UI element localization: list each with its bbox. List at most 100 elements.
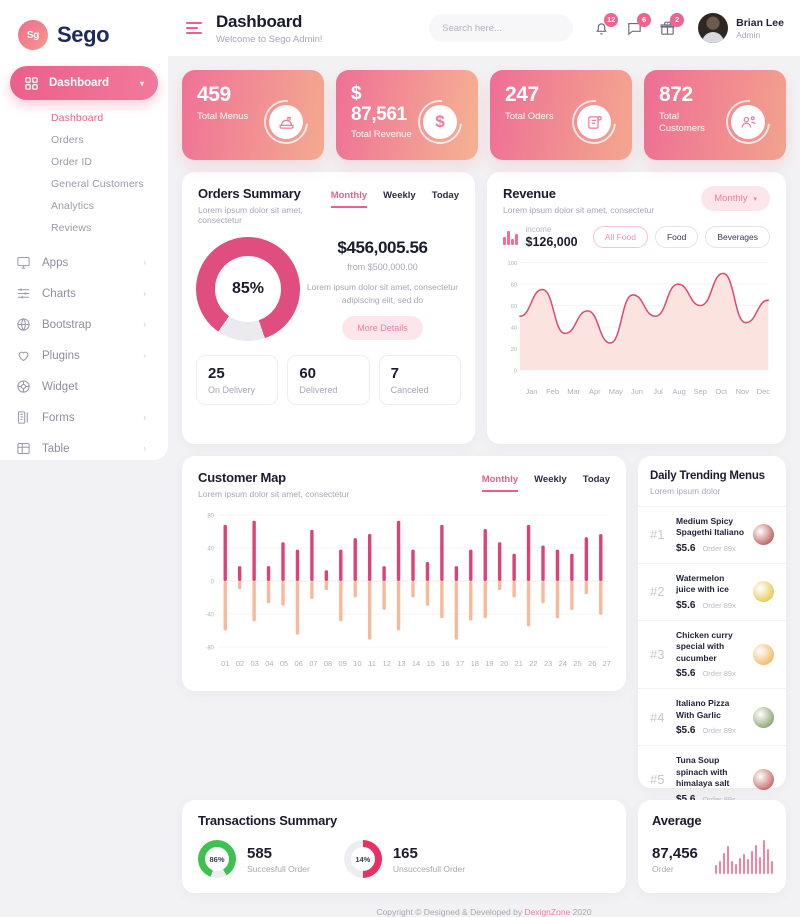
footer-text-before: Copyright © Designed & Developed by [376, 907, 525, 917]
stat-value: 87,561 [351, 103, 407, 125]
sidebar-item-dashboard[interactable]: Dashboard ▾ [10, 66, 158, 100]
x-tick-label: 04 [265, 659, 274, 668]
trend-name: Chicken curry special with cucumber [676, 629, 733, 663]
stat-text: 459 Total Menus [197, 83, 248, 160]
mini-stat-value: 60 [299, 365, 317, 382]
trend-info: Italiano Pizza With Garlic $5.6 Order 89… [676, 698, 746, 736]
list-item[interactable]: #1 Medium Spicy Spagethi Italiano $5.6 O… [638, 506, 786, 563]
card-subtitle: Lorem ipsum dolor [650, 486, 721, 496]
brand-logo-area[interactable]: Sg Sego [0, 0, 168, 56]
spark-bar [730, 860, 733, 874]
x-tick-label: 03 [250, 659, 259, 668]
submenu-item-analytics[interactable]: Analytics [10, 195, 158, 217]
footer-link[interactable]: DexignZone [524, 907, 570, 917]
sidebar-item-widget[interactable]: Widget [0, 371, 168, 402]
average-card: Average 87,456 Order [638, 800, 786, 893]
sidebar-nav: Dashboard ▾ Dashboard Orders Order ID Ge… [0, 56, 168, 243]
profile-name: Brian Lee [736, 16, 784, 29]
list-item[interactable]: #4 Italiano Pizza With Garlic $5.6 Order… [638, 688, 786, 745]
more-details-button[interactable]: More Details [342, 316, 423, 341]
trend-price-line: $5.6 Order 89x [676, 543, 746, 554]
revenue-period-dropdown[interactable]: Monthly ▾ [701, 186, 770, 211]
profile-menu[interactable]: Brian Lee Admin [698, 13, 784, 43]
sidebar-item-label: Apps [42, 256, 69, 269]
submenu-item-reviews[interactable]: Reviews [10, 217, 158, 239]
sidebar-item-bootstrap[interactable]: Bootstrap › [0, 309, 168, 340]
stat-card-total-revenue[interactable]: $ 87,561 Total Revenue $ [336, 70, 478, 160]
customer-map-chart: -80 -40 0 40 80 01 02 03 04 05 06 07 08 09 10 11 12 13 14… [182, 499, 626, 668]
trend-thumbnail [753, 581, 774, 603]
chip-beverages[interactable]: Beverages [705, 226, 770, 248]
trending-menus-card: Daily Trending Menus Lorem ipsum dolor #… [638, 456, 786, 805]
list-item[interactable]: #3 Chicken curry special with cucumber $… [638, 619, 786, 688]
card-title: Orders Summary [198, 186, 301, 201]
sidebar-item-charts[interactable]: Charts › [0, 278, 168, 309]
x-tick-label: 27 [602, 659, 611, 668]
sidebar: Sg Sego Dashboard ▾ Dashboard Orders Ord… [0, 0, 168, 460]
sidebar-item-plugins[interactable]: Plugins › [0, 340, 168, 371]
submenu-item-general-customers[interactable]: General Customers [10, 173, 158, 195]
submenu-item-orders[interactable]: Orders [10, 129, 158, 151]
stat-label: Total Oders [505, 110, 554, 122]
x-tick-label: 10 [353, 659, 362, 668]
svg-text:-40: -40 [205, 613, 214, 619]
customer-map-x-axis-labels: 01 02 03 04 05 06 07 08 09 10 11 12 13 14 15 16 17 18 19 20… [194, 657, 614, 668]
spark-bar [746, 858, 749, 874]
success-donut-chart: 86% [198, 840, 236, 878]
trending-list: #1 Medium Spicy Spagethi Italiano $5.6 O… [638, 506, 786, 814]
unsuccess-donut-chart: 14% [343, 840, 382, 878]
unsuccess-text: 165 Unsuccesfull Order [393, 845, 465, 874]
unsuccess-label: Unsuccesfull Order [392, 863, 466, 874]
success-label: Succesfull Order [247, 863, 310, 874]
orders-description: Lorem ipsum dolor sit amet, consectetur … [306, 281, 459, 305]
tab-today[interactable]: Today [432, 190, 459, 208]
gift-icon[interactable]: 2 [659, 12, 685, 37]
stat-card-total-orders[interactable]: 247 Total Oders [490, 70, 632, 160]
list-item[interactable]: #2 Watermelon juice with ice $5.6 Order … [638, 562, 786, 620]
submenu-item-order-id[interactable]: Order ID [10, 151, 158, 173]
tab-today[interactable]: Today [583, 474, 610, 492]
card-header-text: Customer Map Lorem ipsum dolor sit amet,… [198, 470, 349, 499]
search-input[interactable] [442, 22, 575, 34]
gift-badge: 2 [670, 12, 685, 27]
stat-text: 247 Total Oders [505, 83, 554, 160]
chip-all-food[interactable]: All Food [592, 226, 648, 248]
revenue-filter-chips: All Food Food Beverages [592, 226, 770, 248]
chevron-right-icon: › [143, 258, 146, 267]
sidebar-item-forms[interactable]: Forms › [0, 402, 168, 433]
spark-bar [503, 236, 506, 245]
mini-stat-label: Delivered [299, 385, 338, 395]
trend-thumbnail [753, 706, 774, 728]
x-tick-label: 16 [441, 659, 450, 668]
chip-food[interactable]: Food [654, 226, 699, 248]
tab-weekly[interactable]: Weekly [534, 474, 567, 492]
customer-map-bar-chart: -80 -40 0 40 80 [205, 514, 608, 652]
tab-monthly[interactable]: Monthly [481, 474, 519, 492]
charts-icon [16, 286, 31, 301]
message-icon[interactable]: 6 [626, 12, 652, 37]
hamburger-icon[interactable] [186, 19, 202, 37]
sidebar-item-label: Table [42, 442, 70, 455]
spark-bar [734, 863, 737, 874]
submenu-item-dashboard[interactable]: Dashboard [10, 107, 158, 129]
bell-icon[interactable]: 12 [593, 12, 619, 37]
customers-icon [731, 105, 765, 139]
trend-thumbnail [753, 644, 774, 666]
tab-monthly[interactable]: Monthly [330, 190, 368, 208]
stat-card-total-customers[interactable]: 872 Total Customers [644, 70, 786, 160]
card-header: Customer Map Lorem ipsum dolor sit amet,… [182, 456, 626, 499]
card-title: Daily Trending Menus [650, 470, 765, 482]
transactions-average-row: Transactions Summary 86% 585 Succesfull … [182, 800, 786, 893]
tab-weekly[interactable]: Weekly [383, 190, 416, 208]
sidebar-item-apps[interactable]: Apps › [0, 247, 168, 278]
stat-card-total-menus[interactable]: 459 Total Menus [182, 70, 324, 160]
mini-stat-value: 25 [208, 365, 225, 382]
sidebar-item-label: Bootstrap [42, 318, 92, 331]
spark-bar [722, 853, 725, 874]
x-tick-label: Oct [715, 387, 728, 397]
trend-name: Tuna Soup spinach with himalaya salt [676, 755, 730, 789]
sidebar-item-label: Plugins [42, 349, 80, 362]
search-box[interactable] [429, 14, 575, 42]
orders-donut-chart: 85% [196, 237, 300, 341]
sidebar-item-table[interactable]: Table › [0, 433, 168, 460]
